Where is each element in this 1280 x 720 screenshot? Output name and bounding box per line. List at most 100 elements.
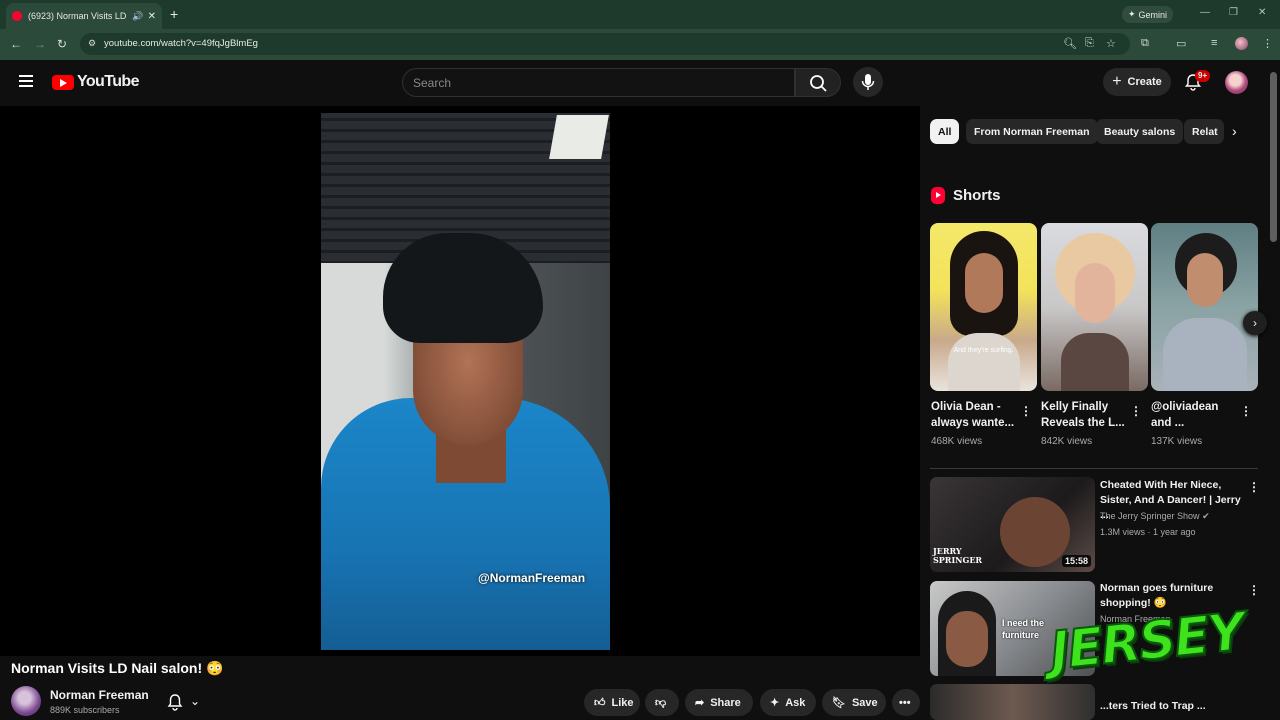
install-icon[interactable]: ⎘: [1085, 37, 1094, 50]
logo-text: YouTube: [77, 73, 139, 90]
short-face: [965, 253, 1003, 313]
chip-related[interactable]: Relat: [1184, 119, 1224, 144]
subscriber-count: 889K subscribers: [50, 705, 120, 715]
url-field[interactable]: ⚙ youtube.com/watch?v=49fqJgBlmEg: [80, 33, 1130, 55]
video-watermark: @NormanFreeman: [478, 571, 586, 585]
thumb-face: [946, 611, 988, 667]
short-thumbnail[interactable]: And they're surfing.: [930, 223, 1037, 391]
chip-all[interactable]: All: [930, 119, 960, 144]
back-icon[interactable]: ←: [10, 37, 22, 51]
extensions-icon[interactable]: ⧉: [1141, 37, 1149, 50]
microphone-icon: [861, 74, 875, 90]
close-window-icon[interactable]: ✕: [1258, 7, 1266, 18]
shorts-next-button[interactable]: ›: [1243, 311, 1267, 335]
more-vertical-icon[interactable]: ⋮: [1020, 404, 1032, 418]
thumbs-up-icon: 👍︎: [594, 697, 606, 709]
create-button[interactable]: + Create: [1103, 68, 1171, 96]
url-text: youtube.com/watch?v=49fqJgBlmEg: [104, 38, 258, 49]
search-input[interactable]: [413, 74, 783, 92]
more-vertical-icon[interactable]: ⋮: [1248, 480, 1260, 494]
chevron-right-icon: ›: [1253, 316, 1257, 330]
short-views: 137K views: [1151, 436, 1203, 447]
channel-name[interactable]: Norman Freeman: [50, 688, 149, 702]
bookmark-star-icon[interactable]: ☆: [1106, 37, 1116, 50]
more-horizontal-icon: •••: [899, 696, 911, 709]
short-body: [1061, 333, 1129, 391]
chip-beauty-salons[interactable]: Beauty salons: [1096, 119, 1184, 144]
sparkle-icon: ✦: [770, 697, 780, 709]
recommendation-channel[interactable]: The Jerry Springer Show ✔: [1100, 511, 1210, 522]
dislike-button[interactable]: 👎︎: [645, 689, 679, 716]
youtube-favicon-icon: [12, 11, 22, 21]
scrollbar-thumb[interactable]: [1270, 72, 1277, 242]
share-button[interactable]: ➦ Share: [685, 689, 753, 716]
short-title[interactable]: Kelly Finally Reveals the L...: [1041, 399, 1126, 431]
page-scrollbar[interactable]: [1270, 64, 1277, 720]
chrome-menu-icon[interactable]: ⋮: [1262, 37, 1273, 50]
subscription-bell-icon[interactable]: [167, 693, 183, 711]
new-tab-button[interactable]: +: [170, 6, 178, 22]
plus-icon: +: [1112, 73, 1122, 90]
youtube-logo[interactable]: YouTube: [52, 73, 139, 91]
reading-list-icon[interactable]: ≡: [1211, 37, 1217, 49]
share-label: Share: [710, 696, 741, 709]
hamburger-menu-icon[interactable]: [19, 75, 33, 87]
chevron-right-icon[interactable]: ›: [1232, 123, 1237, 139]
tab-title: (6923) Norman Visits LD Na: [28, 11, 128, 21]
recommendation-title[interactable]: ...ters Tried to Trap ...: [1100, 699, 1242, 714]
account-avatar[interactable]: [1225, 71, 1248, 94]
short-thumbnail[interactable]: [1041, 223, 1148, 391]
recommendation-thumbnail[interactable]: [930, 684, 1095, 720]
short-face: [1187, 253, 1223, 307]
shorts-title: Shorts: [953, 187, 1001, 204]
sparkle-icon: ✦: [1128, 9, 1136, 19]
short-face: [1075, 263, 1115, 323]
short-title[interactable]: Olivia Dean - always wante...: [931, 399, 1016, 431]
like-button[interactable]: 👍︎ Like: [584, 689, 640, 716]
site-info-icon[interactable]: ⚙: [88, 38, 96, 49]
close-tab-icon[interactable]: ✕: [148, 11, 156, 22]
ask-button[interactable]: ✦ Ask: [760, 689, 816, 716]
chevron-down-icon[interactable]: ⌄: [190, 694, 200, 708]
browser-tab-bar: (6923) Norman Visits LD Na 🔊 ✕ + ✦ Gemin…: [0, 0, 1280, 29]
channel-avatar[interactable]: [11, 686, 41, 716]
more-actions-button[interactable]: •••: [892, 689, 920, 716]
more-vertical-icon[interactable]: ⋮: [1240, 404, 1252, 418]
chip-from-norman-freeman[interactable]: From Norman Freeman: [966, 119, 1098, 144]
profile-avatar[interactable]: [1235, 37, 1248, 50]
channel-label: The Jerry Springer Show: [1100, 511, 1200, 521]
save-label: Save: [851, 696, 878, 709]
browser-tab[interactable]: (6923) Norman Visits LD Na 🔊 ✕: [6, 3, 162, 29]
restore-icon[interactable]: ❐: [1229, 7, 1238, 18]
search-button[interactable]: [795, 68, 841, 97]
short-body: [948, 333, 1020, 391]
cast-icon[interactable]: ▭: [1176, 37, 1186, 50]
youtube-play-icon: [52, 74, 74, 90]
thumb-logo-text: JERRY SPRINGER: [933, 546, 983, 565]
short-thumbnail[interactable]: [1151, 223, 1258, 391]
short-caption: And they're surfing.: [953, 347, 1014, 354]
video-frame[interactable]: @NormanFreeman: [321, 113, 610, 650]
video-light: [549, 115, 609, 159]
search-icon: [810, 75, 827, 92]
voice-search-button[interactable]: [853, 67, 883, 97]
shorts-heading: Shorts: [931, 187, 1001, 204]
thumb-figure: [1000, 497, 1070, 567]
short-title[interactable]: @oliviadean and ...: [1151, 399, 1236, 431]
reload-icon[interactable]: ↻: [57, 37, 67, 51]
zoom-icon[interactable]: 🔍︎: [1063, 37, 1077, 50]
more-vertical-icon[interactable]: ⋮: [1248, 583, 1260, 597]
forward-icon[interactable]: →: [34, 37, 46, 51]
recommendation-thumbnail[interactable]: JERRY SPRINGER 15:58: [930, 477, 1095, 572]
share-icon: ➦: [695, 697, 705, 709]
minimize-icon[interactable]: —: [1200, 7, 1210, 18]
create-label: Create: [1127, 76, 1162, 88]
thumbs-down-icon: 👎︎: [655, 697, 667, 709]
more-vertical-icon[interactable]: ⋮: [1130, 404, 1142, 418]
gemini-button[interactable]: ✦ Gemini: [1122, 6, 1174, 23]
short-views: 468K views: [931, 436, 983, 447]
search-box: [402, 68, 795, 97]
audio-icon[interactable]: 🔊: [132, 11, 143, 22]
save-button[interactable]: 🔖︎ Save: [822, 689, 886, 716]
video-duration: 15:58: [1061, 555, 1091, 567]
